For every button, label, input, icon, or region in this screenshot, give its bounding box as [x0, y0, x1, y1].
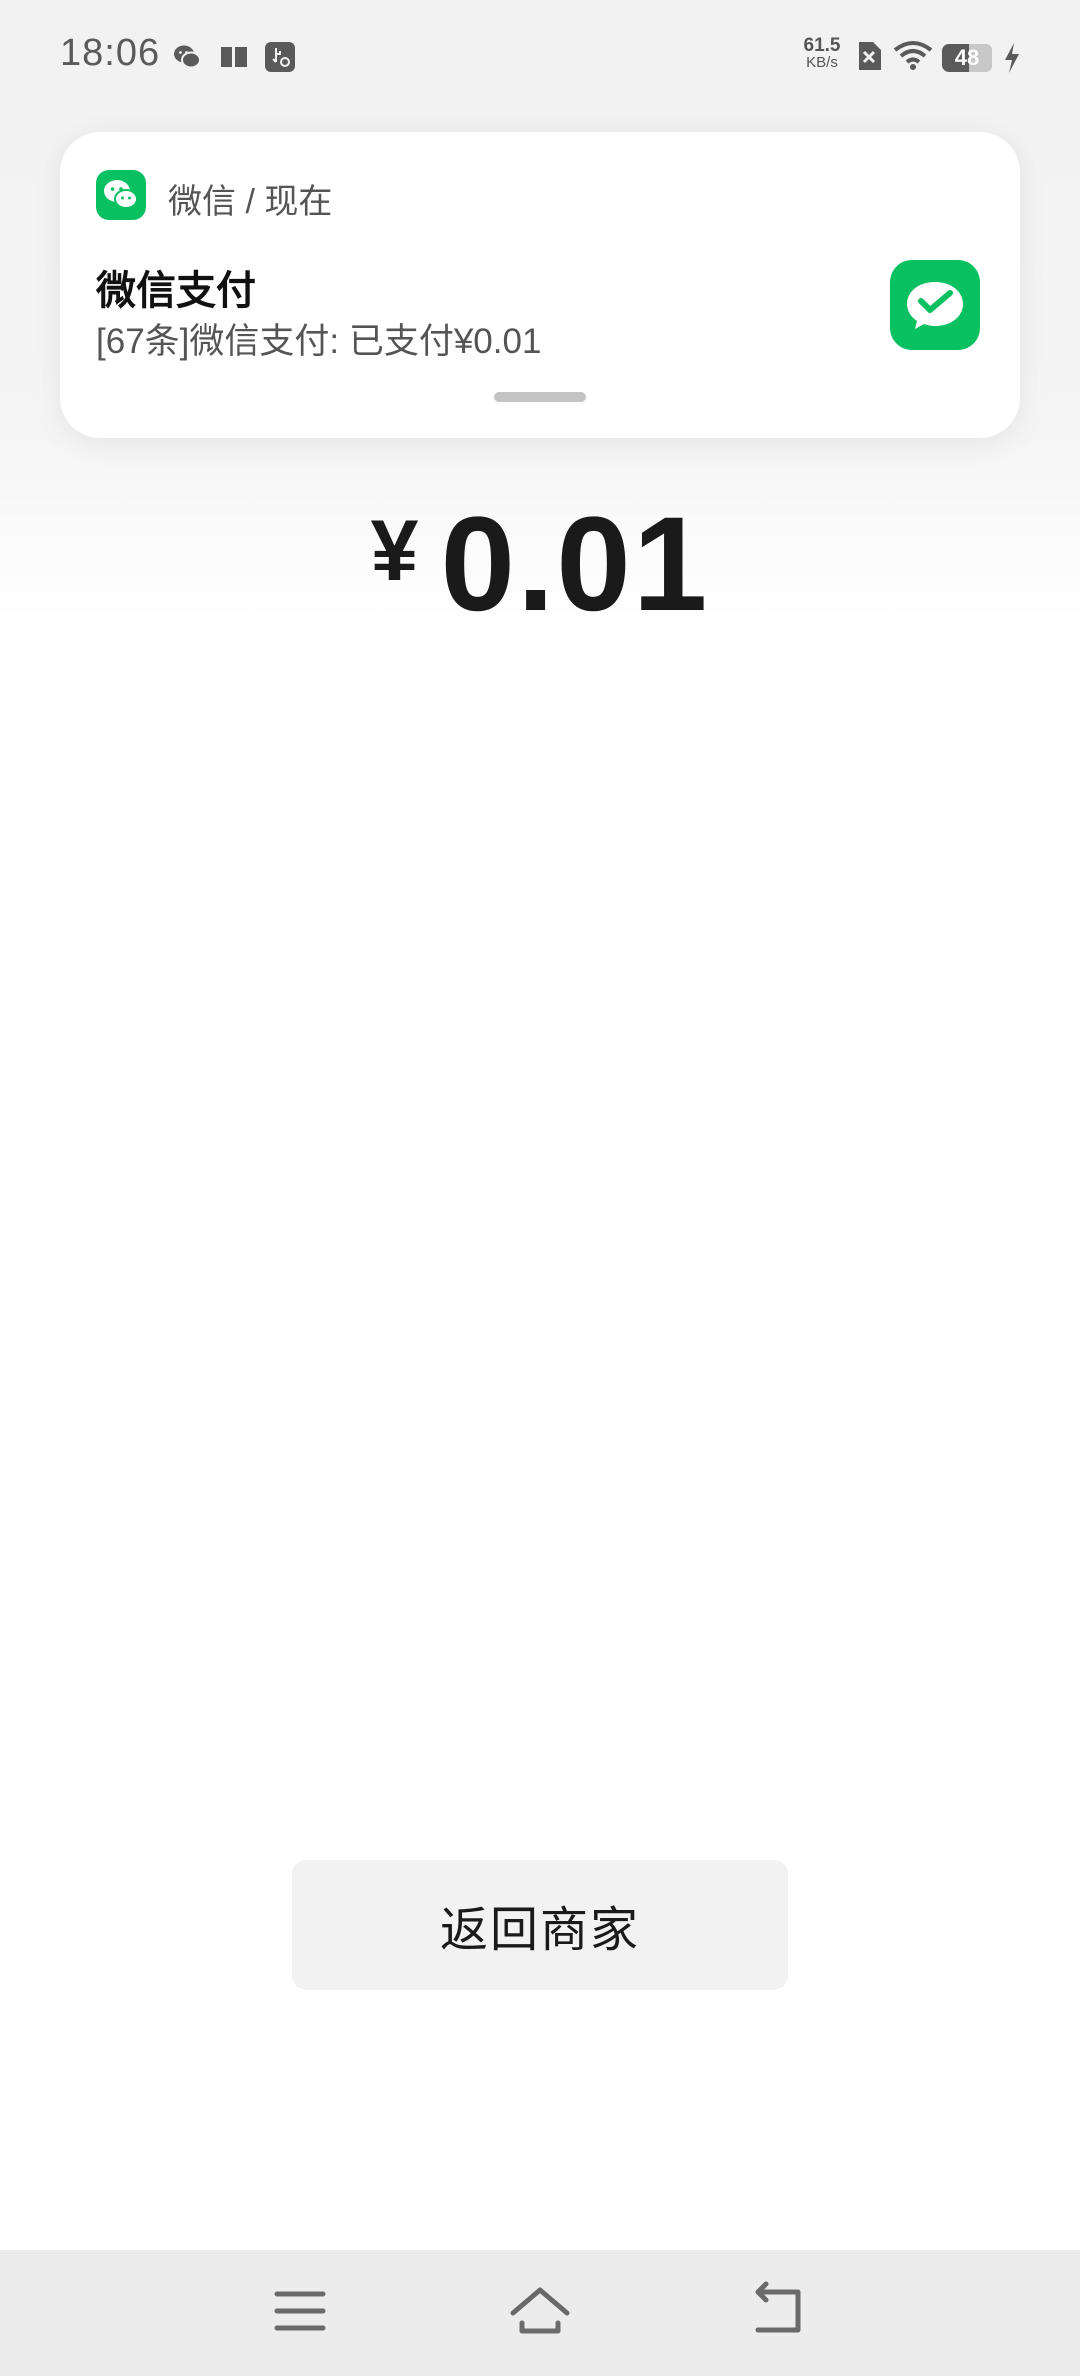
back-icon[interactable] — [740, 2276, 820, 2346]
sim-disabled-icon — [859, 42, 881, 70]
wechat-app-icon — [96, 170, 146, 220]
network-speed-value: 61.5 — [803, 35, 841, 56]
usb-debug-icon — [265, 42, 295, 72]
notification-title: 微信支付 — [96, 269, 256, 313]
status-time: 18:06 — [60, 32, 161, 74]
notification-drag-handle[interactable] — [494, 392, 586, 402]
wechat-notification[interactable]: 微信 / 现在 微信支付 [67条]微信支付: 已支付¥0.01 — [60, 132, 1020, 438]
wechat-pay-logo-icon — [907, 282, 963, 329]
wifi-icon — [893, 41, 933, 70]
payment-amount: ¥0.01 — [0, 488, 1080, 641]
notification-body: [67条]微信支付: 已支付¥0.01 — [96, 322, 542, 361]
notification-app-name: 微信 / 现在 — [168, 183, 333, 221]
book-icon — [221, 47, 247, 67]
wechat-icon — [174, 45, 201, 69]
home-icon[interactable] — [500, 2276, 580, 2346]
battery-level: 48 — [954, 45, 980, 70]
wechat-logo-icon — [104, 180, 138, 209]
status-bar: 18:06 61.5 KB/s 48 — [0, 0, 1080, 112]
wechat-pay-icon — [890, 260, 980, 350]
return-to-merchant-button[interactable]: 返回商家 — [292, 1860, 788, 1990]
network-speed: 61.5 KB/s — [797, 35, 847, 71]
charging-icon — [1005, 43, 1019, 73]
payment-success-screen: 18:06 61.5 KB/s 48 微信 / 现在 微信支付 [67条]微信支… — [0, 0, 1080, 2376]
battery-icon: 48 — [942, 44, 992, 72]
currency-symbol: ¥ — [370, 503, 419, 599]
navigation-bar — [0, 2250, 1080, 2376]
menu-icon[interactable] — [260, 2276, 340, 2346]
network-speed-unit: KB/s — [806, 54, 838, 71]
amount-value: 0.01 — [440, 490, 710, 639]
